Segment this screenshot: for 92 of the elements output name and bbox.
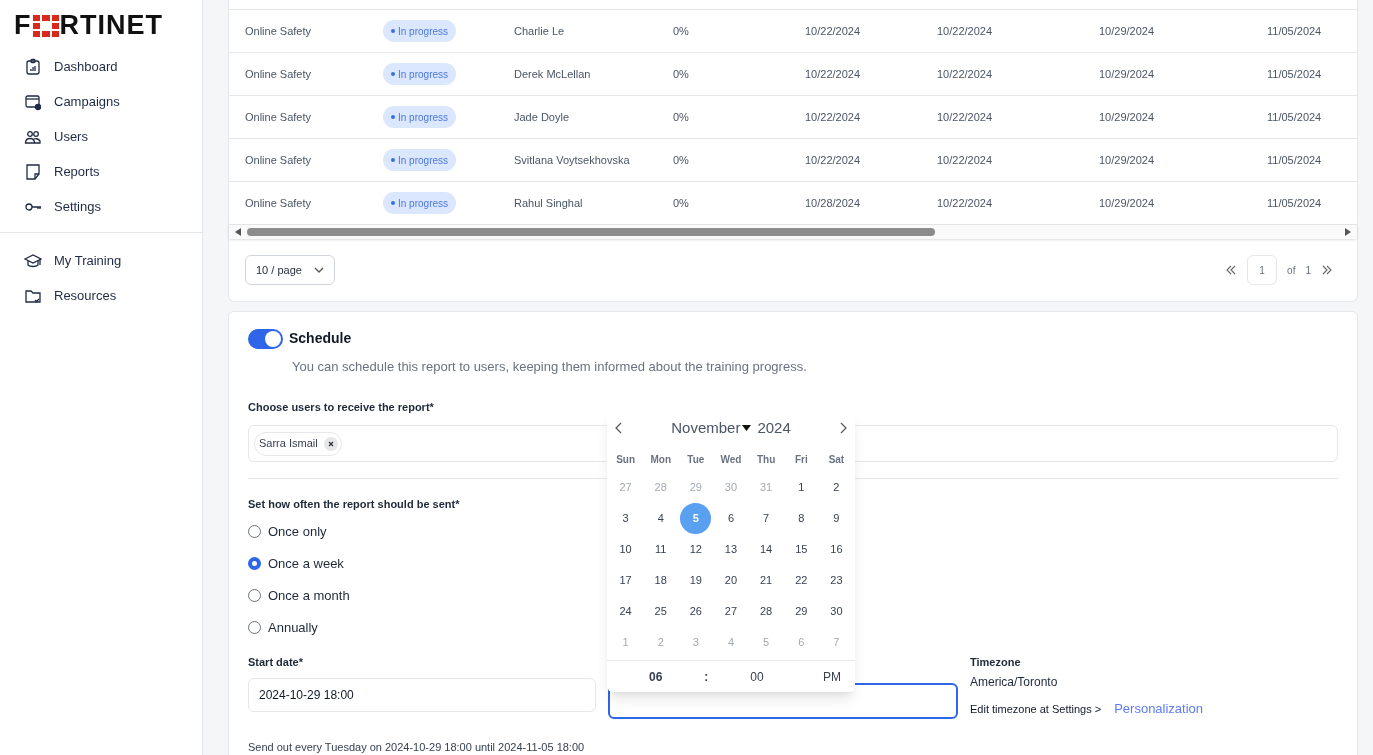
minute-value[interactable]: 00 (750, 667, 764, 686)
table-cell: 11/05/2024 (1267, 67, 1322, 80)
last-page-icon[interactable] (1321, 265, 1333, 275)
table-cell: 11/05/2024 (1267, 196, 1322, 209)
table-cell: 10/22/2024 (937, 196, 993, 209)
status-badge: In progress (383, 149, 457, 171)
table-cell: Jade Doyle (514, 110, 570, 123)
page-number-field[interactable]: 1 (1247, 255, 1278, 285)
time-separator: : (704, 668, 709, 686)
sidebar-item[interactable]: Resources (0, 278, 202, 313)
year-label[interactable]: 2024 (757, 416, 791, 440)
status-badge: In progress (383, 192, 457, 214)
calendar-day[interactable]: 2 (820, 472, 852, 503)
status-badge: In progress (383, 20, 457, 42)
table-cell: Derek McLellan (514, 67, 591, 80)
table-cell: Online Safety (245, 24, 312, 37)
caret-icon (742, 425, 752, 431)
weekday-label: Wed (719, 453, 743, 467)
schedule-summary: Send out every Tuesday on 2024-10-29 18:00 until 2024-11-05 18:00 (248, 739, 586, 755)
scroll-left-icon[interactable] (235, 228, 241, 236)
calendar-day[interactable]: 1 (785, 472, 817, 503)
table-cell: 10/22/2024 (805, 110, 861, 123)
table-cell: 10/29/2024 (1099, 24, 1155, 37)
first-page-icon[interactable] (1225, 265, 1238, 275)
start-date-field[interactable]: 2024-10-29 18:00 (248, 678, 596, 712)
sidebar-item[interactable]: Settings (0, 189, 202, 224)
sidebar-item[interactable]: My Training (0, 243, 202, 278)
edit-timezone-text: Edit timezone at Settings > (970, 701, 1102, 717)
weekday-label: Tue (686, 453, 706, 467)
table-cell: 10/22/2024 (805, 153, 861, 166)
next-month-icon[interactable] (839, 422, 847, 434)
table-cell: 10/29/2024 (1099, 196, 1155, 209)
table-cell: 10/22/2024 (937, 24, 993, 37)
table-cell: 10/29/2024 (1099, 110, 1155, 123)
table-cell: 11/05/2024 (1267, 110, 1322, 123)
chevron-down-icon (313, 267, 324, 273)
sidebar-item[interactable]: Users (0, 119, 202, 154)
table-cell: Svitlana Voytsekhovska (514, 153, 630, 166)
table-cell: 10/22/2024 (805, 67, 861, 80)
table-cell: Online Safety (245, 196, 312, 209)
schedule-toggle[interactable] (248, 328, 283, 349)
table-cell: 10/22/2024 (805, 24, 861, 37)
weekday-label: Thu (755, 453, 777, 467)
table-cell: 0% (673, 67, 689, 80)
table-cell: Online Safety (245, 110, 312, 123)
table-cell: Rahul Singhal (514, 196, 583, 209)
table-cell: 10/29/2024 (1099, 153, 1155, 166)
timezone-label: Timezone (970, 654, 1022, 670)
month-select[interactable]: November (671, 416, 752, 440)
remove-icon[interactable] (323, 436, 338, 451)
horizontal-scrollbar[interactable] (229, 225, 1357, 239)
table-cell: Online Safety (245, 67, 312, 80)
weekday-label: Sat (827, 453, 846, 467)
table-cell: 0% (673, 153, 689, 166)
status-badge: In progress (383, 63, 457, 85)
weekday-label: Sun (615, 453, 636, 467)
frequency-label: Set how often the report should be sent* (248, 497, 461, 512)
clipboard-chart-icon (24, 57, 42, 76)
users-label: Choose users to receive the report* (248, 399, 435, 415)
table-cell: 11/05/2024 (1267, 153, 1322, 166)
weekday-label: Mon (649, 453, 672, 467)
previous-month-icon[interactable] (615, 422, 623, 434)
table-cell: 0% (673, 196, 689, 209)
table-cell: 11/05/2024 (1267, 24, 1322, 37)
ampm-value[interactable]: PM (823, 667, 841, 686)
sidebar-item[interactable]: Dashboard (0, 49, 202, 84)
hour-value[interactable]: 06 (649, 667, 663, 686)
window-plus-icon (24, 92, 42, 111)
weekday-label: Fri (793, 453, 809, 467)
schedule-description: You can schedule this report to users, keeping them informed about the training progress. (292, 358, 808, 376)
table-cell: 10/22/2024 (937, 153, 993, 166)
table-cell: 10/28/2024 (805, 196, 861, 209)
sidebar-item[interactable]: Reports (0, 154, 202, 189)
timezone-value: America/Toronto (970, 674, 1059, 691)
schedule-title: Schedule (289, 329, 352, 348)
status-badge: In progress (383, 106, 457, 128)
table-cell: 10/29/2024 (1099, 67, 1155, 80)
of-label: of (1287, 263, 1296, 278)
personalization-link[interactable]: Personalization (1114, 699, 1204, 719)
table-cell: 10/22/2024 (937, 67, 993, 80)
table-cell: Online Safety (245, 153, 312, 166)
total-pages: 1 (1305, 263, 1311, 278)
start-date-label: Start date* (248, 654, 305, 670)
fortinet-logo: F RTINET (13, 9, 164, 42)
table-cell: Charlie Le (514, 24, 565, 37)
table-cell: 10/22/2024 (937, 110, 993, 123)
table-cell: 0% (673, 110, 689, 123)
note-icon (24, 162, 42, 181)
scroll-right-icon[interactable] (1345, 228, 1351, 236)
sidebar-item[interactable]: Campaigns (0, 84, 202, 119)
table-cell: 0% (673, 24, 689, 37)
page-size-select[interactable]: 10 / page (245, 255, 335, 285)
